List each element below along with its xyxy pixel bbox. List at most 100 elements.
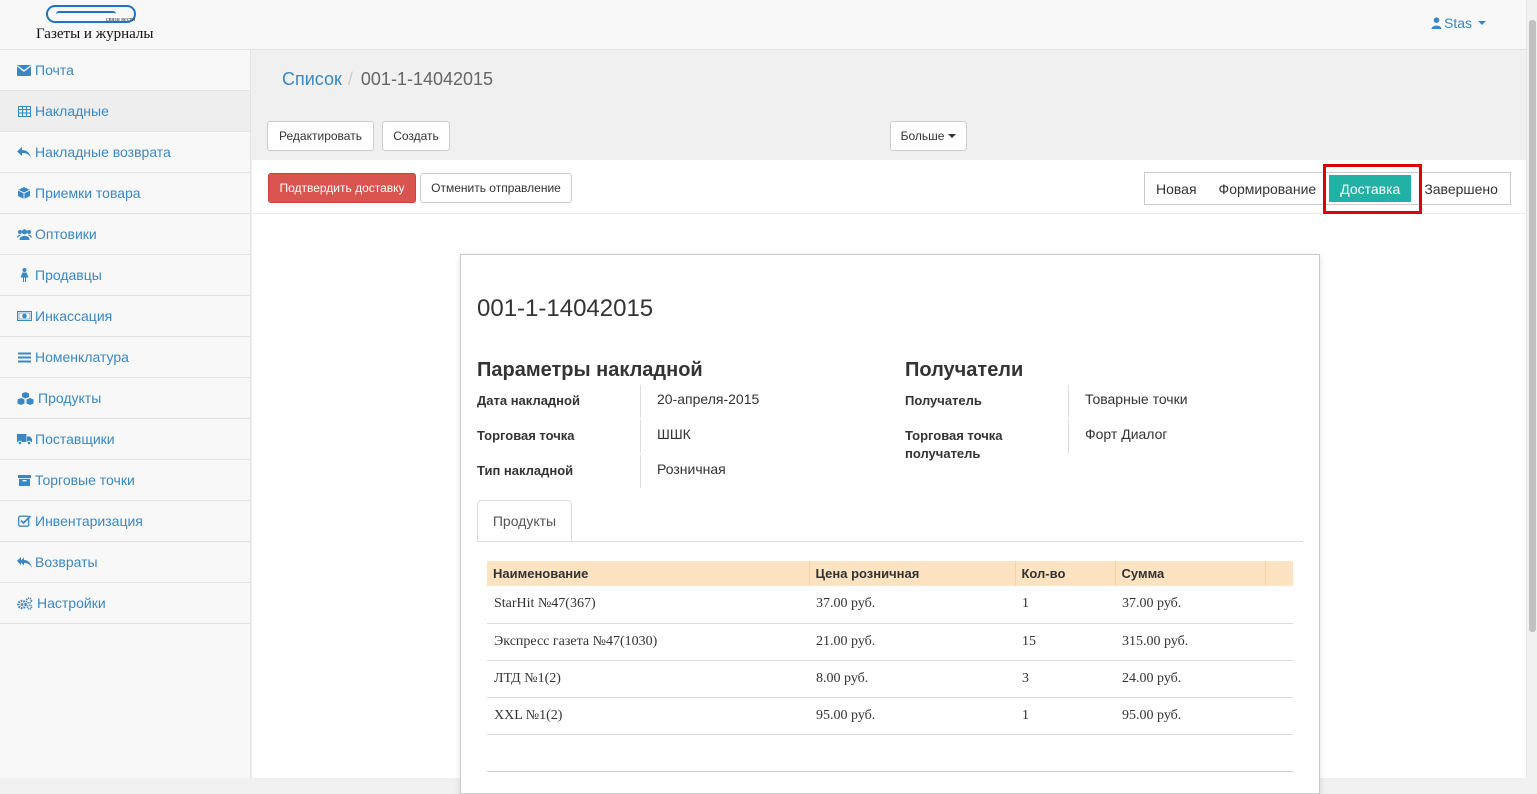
sidebar: Почта Накладные Накладные возврата Прием… — [0, 50, 251, 778]
table-row[interactable]: XXL №1(2) 95.00 руб. 1 95.00 руб. — [487, 697, 1293, 735]
sidebar-item-label: Почта — [35, 62, 74, 78]
cell-actions — [1265, 660, 1293, 698]
envelope-icon — [16, 63, 32, 77]
cell-actions — [1265, 586, 1293, 624]
stage-delivery[interactable]: Доставка — [1329, 175, 1412, 202]
sidebar-item-return-invoices[interactable]: Накладные возврата — [0, 132, 250, 173]
field-value: Товарные точки — [1085, 391, 1188, 407]
female-icon — [16, 268, 32, 282]
sidebar-item-label: Номенклатура — [35, 349, 129, 365]
cogs-icon — [16, 596, 34, 610]
invoice-title: 001-1-14042015 — [477, 295, 654, 322]
field-label: Торговая точка получатель — [905, 428, 1003, 461]
column-header-name[interactable]: Наименование — [487, 561, 810, 586]
column-header-actions — [1265, 561, 1293, 586]
cell-qty: 1 — [1015, 586, 1115, 624]
field-invoice-date: Дата накладной 20-апреля-2015 — [477, 391, 760, 410]
logo[interactable]: связи вести Газеты и журналы — [36, 2, 166, 48]
field-value: Розничная — [657, 461, 726, 477]
sidebar-item-collection[interactable]: Инкассация — [0, 296, 250, 337]
logo-text: Газеты и журналы — [36, 26, 154, 42]
cell-price: 21.00 руб. — [809, 623, 1015, 661]
sidebar-item-label: Торговые точки — [35, 472, 135, 488]
sidebar-item-label: Накладные — [35, 103, 109, 119]
more-dropdown-button[interactable]: Больше — [890, 121, 967, 151]
user-icon — [1431, 17, 1442, 29]
cell-price: 95.00 руб. — [809, 697, 1015, 735]
money-icon — [16, 309, 32, 323]
check-square-icon — [16, 514, 32, 528]
sidebar-item-sellers[interactable]: Продавцы — [0, 255, 250, 296]
tab-products[interactable]: Продукты — [477, 500, 572, 542]
table-row[interactable]: Экспресс газета №47(1030) 21.00 руб. 15 … — [487, 623, 1293, 661]
sidebar-item-label: Инвентаризация — [35, 513, 143, 529]
field-trade-point: Торговая точка ШШК — [477, 426, 691, 445]
cell-name: Экспресс газета №47(1030) — [487, 623, 809, 661]
sidebar-item-invoices[interactable]: Накладные — [0, 91, 250, 132]
cell-price: 37.00 руб. — [809, 586, 1015, 624]
sidebar-item-label: Возвраты — [35, 554, 98, 570]
stage-completed[interactable]: Завершено — [1413, 173, 1509, 204]
sidebar-item-label: Накладные возврата — [35, 144, 171, 160]
recipients-section-title: Получатели — [905, 359, 1024, 381]
sidebar-item-label: Поставщики — [35, 431, 115, 447]
chevron-down-icon — [1478, 21, 1486, 25]
field-label: Тип накладной — [477, 463, 574, 478]
tab-divider — [477, 541, 1303, 542]
field-label: Дата накладной — [477, 393, 580, 408]
invoice-sheet: 001-1-14042015 Параметры накладной Дата … — [460, 254, 1320, 794]
sidebar-item-products[interactable]: Продукты — [0, 378, 250, 419]
cell-sum: 315.00 руб. — [1115, 623, 1265, 661]
sidebar-item-inventory[interactable]: Инвентаризация — [0, 501, 250, 542]
sidebar-item-wholesalers[interactable]: Оптовики — [0, 214, 250, 255]
reply-all-icon — [16, 555, 32, 569]
scrollbar-thumb[interactable] — [1529, 20, 1536, 632]
table-row[interactable]: StarHit №47(367) 37.00 руб. 1 37.00 руб. — [487, 586, 1293, 624]
sidebar-item-returns[interactable]: Возвраты — [0, 542, 250, 583]
sidebar-item-settings[interactable]: Настройки — [0, 583, 250, 624]
sidebar-item-trade-points[interactable]: Торговые точки — [0, 460, 250, 501]
cell-name: ЛТД №1(2) — [487, 660, 809, 698]
field-invoice-type: Тип накладной Розничная — [477, 461, 726, 480]
confirm-delivery-button[interactable]: Подтвердить доставку — [268, 173, 416, 203]
sidebar-item-label: Продукты — [38, 390, 102, 406]
sidebar-item-suppliers[interactable]: Поставщики — [0, 419, 250, 460]
sidebar-item-nomenclature[interactable]: Номенклатура — [0, 337, 250, 378]
column-header-qty[interactable]: Кол-во — [1015, 561, 1116, 586]
status-bar: Подтвердить доставку Отменить отправлени… — [252, 160, 1526, 214]
cell-qty: 15 — [1015, 623, 1115, 661]
table-row[interactable]: ЛТД №1(2) 8.00 руб. 3 24.00 руб. — [487, 660, 1293, 698]
page-scrollbar[interactable] — [1526, 0, 1537, 778]
field-recipient-trade-point: Торговая точка получатель Форт Диалог — [905, 426, 1168, 463]
user-name: Stas — [1443, 15, 1472, 31]
column-header-price[interactable]: Цена розничная — [809, 561, 1016, 586]
breadcrumb: Список / 001-1-14042015 — [282, 69, 493, 90]
field-value: ШШК — [657, 426, 691, 442]
cell-sum: 37.00 руб. — [1115, 586, 1265, 624]
stage-forming[interactable]: Формирование — [1208, 173, 1328, 204]
truck-icon — [16, 432, 32, 446]
cell-actions — [1265, 623, 1293, 661]
cancel-shipment-button[interactable]: Отменить отправление — [420, 173, 572, 203]
edit-button[interactable]: Редактировать — [267, 121, 374, 151]
breadcrumb-current: 001-1-14042015 — [360, 69, 494, 89]
logo-tagline: связи вести — [106, 17, 136, 23]
sidebar-item-mail[interactable]: Почта — [0, 50, 250, 91]
create-button[interactable]: Создать — [382, 121, 450, 151]
field-label: Торговая точка — [477, 428, 575, 443]
field-value: 20-апреля-2015 — [657, 391, 760, 407]
top-navbar: связи вести Газеты и журналы Stas — [0, 0, 1526, 50]
table-header-row: Наименование Цена розничная Кол-во Сумма — [487, 561, 1293, 586]
user-menu[interactable]: Stas — [1431, 15, 1486, 31]
column-header-sum[interactable]: Сумма — [1115, 561, 1266, 586]
sidebar-item-goods-receipts[interactable]: Приемки товара — [0, 173, 250, 214]
breadcrumb-separator: / — [347, 69, 353, 89]
sidebar-item-label: Продавцы — [35, 267, 102, 283]
cube-icon — [16, 186, 32, 200]
breadcrumb-list-link[interactable]: Список — [282, 69, 342, 90]
reply-icon — [16, 145, 32, 159]
field-recipient: Получатель Товарные точки — [905, 391, 1188, 410]
stage-new[interactable]: Новая — [1145, 173, 1208, 204]
archive-icon — [16, 473, 32, 487]
field-value: Форт Диалог — [1085, 426, 1168, 442]
